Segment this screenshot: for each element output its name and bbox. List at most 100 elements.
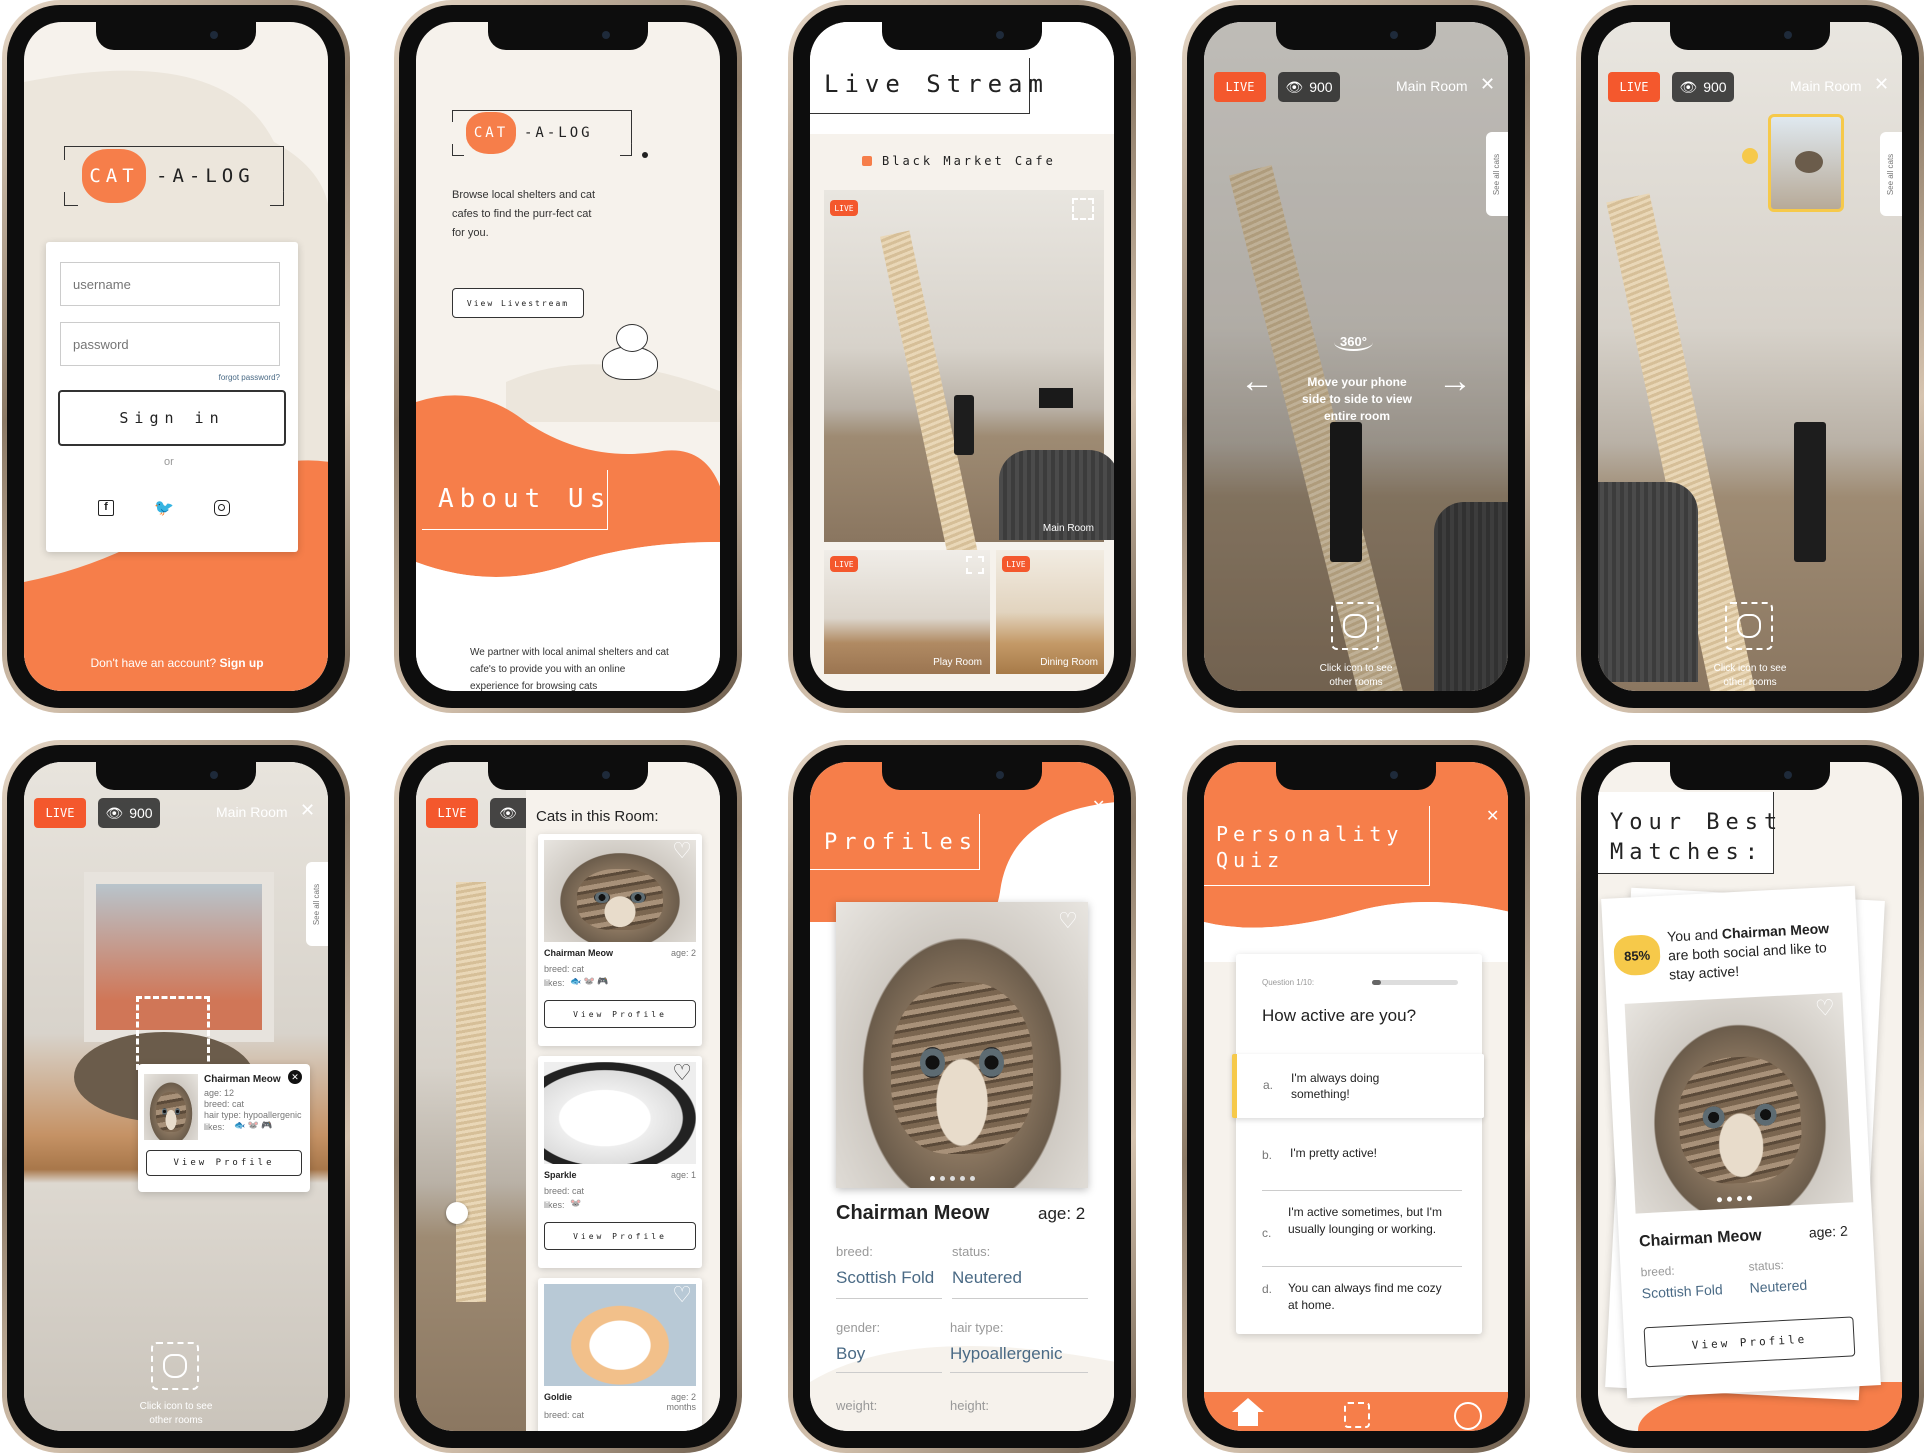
live-badge: LIVE — [830, 556, 858, 572]
photo-carousel-dots[interactable] — [930, 1176, 975, 1181]
indicator-dot — [1742, 148, 1758, 164]
phone-login: CAT -A-LOG forgot password? Sign in or f… — [2, 0, 350, 713]
matches-title-line2: Matches: — [1610, 840, 1764, 865]
twitter-icon[interactable]: 🐦 — [154, 498, 174, 518]
view-profile-button[interactable]: View Profile — [1643, 1316, 1856, 1368]
sign-up-link[interactable]: Sign up — [220, 656, 264, 670]
see-all-cats-tab[interactable]: See all cats — [1486, 132, 1508, 216]
room-name: Main Room — [1396, 78, 1468, 94]
favorite-heart-icon[interactable]: ♡ — [672, 1060, 692, 1086]
username-input[interactable] — [60, 262, 280, 306]
cafe-icon — [862, 156, 872, 166]
title-box — [1204, 806, 1430, 886]
logo-cat-head: CAT — [82, 149, 146, 203]
partner-text: We partner with local animal shelters an… — [470, 647, 669, 691]
facebook-icon[interactable]: f — [98, 500, 114, 516]
cat-focus-frame — [136, 996, 210, 1070]
rooms-cat-icon[interactable] — [1725, 602, 1773, 650]
close-icon[interactable]: ✕ — [1480, 74, 1495, 95]
main-room-label: Main Room — [1042, 523, 1094, 534]
close-icon[interactable]: ✕ — [1092, 796, 1105, 816]
phone-room-viewer-hint: LIVE 👁 900 Main Room ✕ See all cats 360° … — [1182, 0, 1530, 713]
cat-name: Chairman Meow — [1638, 1227, 1763, 1251]
quiz-option-d[interactable]: You can always find me cozy at home. — [1288, 1280, 1448, 1314]
click-icon-hint: Click icon to see other rooms — [139, 1401, 213, 1426]
matches-title-line1: Your Best — [1610, 810, 1784, 835]
favorite-heart-icon[interactable]: ♡ — [1058, 908, 1078, 934]
view-count-value: 900 — [129, 805, 153, 821]
status-label: status: — [952, 1244, 991, 1259]
option-letter[interactable]: d. — [1262, 1282, 1272, 1296]
rooms-cat-icon[interactable] — [151, 1342, 199, 1390]
see-all-cats-tab[interactable]: See all cats — [306, 862, 328, 946]
scroll-handle[interactable] — [446, 1202, 468, 1224]
quiz-card: Question 1/10: How active are you? — [1236, 954, 1482, 1334]
live-badge: LIVE — [1214, 72, 1266, 102]
logo-dot — [642, 152, 648, 158]
view-livestream-button[interactable]: View Livestream — [452, 288, 584, 318]
cat-popup: Chairman Meow ✕ age: 12 breed: cat hair … — [138, 1064, 310, 1192]
cat-spotted-thumbnail[interactable] — [1768, 114, 1844, 212]
home-icon[interactable] — [1232, 1398, 1264, 1412]
view-profile-button[interactable]: View Profile — [544, 1000, 696, 1028]
likes-icons: 🐭 — [570, 1198, 582, 1208]
password-input[interactable] — [60, 322, 280, 366]
fullscreen-icon[interactable] — [966, 556, 984, 574]
gender-label: gender: — [836, 1320, 881, 1335]
dining-room-stream[interactable]: LIVE Dining Room — [996, 550, 1104, 674]
main-room-stream[interactable]: LIVE Main Room — [824, 190, 1114, 560]
cat-age: age: 2 — [670, 948, 696, 958]
cat-likes: likes: — [544, 1200, 565, 1210]
phone-cats-in-room: LIVE 👁 Cats in this Room: ♡ Chairman Meo… — [394, 740, 742, 1453]
favorite-heart-icon[interactable]: ♡ — [1814, 995, 1835, 1022]
quiz-option-c[interactable]: I'm active sometimes, but I'm usually lo… — [1288, 1204, 1448, 1238]
likes-icons: 🐟 🐭 🎮 — [234, 1120, 273, 1130]
fullscreen-icon[interactable] — [1072, 198, 1094, 220]
phone-notch — [488, 22, 648, 50]
view-profile-button[interactable]: View Profile — [146, 1150, 302, 1176]
room-feed[interactable] — [1598, 22, 1902, 691]
eye-icon: 👁 — [499, 804, 517, 821]
see-all-cats-tab[interactable]: See all cats — [1880, 132, 1902, 216]
phone-about: CAT -A-LOG Browse local shelters and cat… — [394, 0, 742, 713]
room-feed[interactable] — [416, 762, 526, 1431]
option-letter[interactable]: b. — [1262, 1148, 1272, 1162]
option-letter[interactable]: c. — [1262, 1226, 1271, 1240]
profile-icon[interactable] — [1454, 1402, 1482, 1430]
cat-card: ♡ Sparkle age: 1 breed: cat likes: 🐭 Vie… — [538, 1056, 702, 1268]
page-title: Live Stream — [824, 70, 1049, 98]
phone-notch — [1276, 762, 1436, 790]
quiz-option-b[interactable]: I'm pretty active! — [1290, 1146, 1377, 1160]
quiz-option-a[interactable]: a. I'm always doing something! — [1232, 1054, 1484, 1118]
close-icon[interactable]: ✕ — [300, 800, 315, 821]
rooms-cat-icon[interactable] — [1331, 602, 1379, 650]
instagram-icon[interactable] — [214, 500, 230, 516]
blurb-cat-name: Chairman Meow — [1721, 920, 1830, 942]
close-icon[interactable]: ✕ — [288, 1070, 302, 1084]
favorite-heart-icon[interactable]: ♡ — [672, 1282, 692, 1308]
phone-profile: Profiles ✕ ♡ Chairman Meow age: 2 breed:… — [788, 740, 1136, 1453]
dining-room-label: Dining Room — [1040, 657, 1098, 668]
percent-badge: 85% — [1613, 934, 1662, 977]
login-card: forgot password? Sign in or f 🐦 — [46, 242, 298, 552]
eye-icon: 👁 — [1679, 78, 1698, 95]
no-account-text: Don't have an account? — [90, 656, 217, 670]
cats-panel: Cats in this Room: ♡ Chairman Meow age: … — [526, 762, 720, 1431]
blurb-part: are both social and like to stay active! — [1667, 939, 1828, 983]
play-room-stream[interactable]: LIVE Play Room — [824, 550, 990, 674]
status-value: Neutered — [952, 1268, 1022, 1287]
weight-label: weight: — [836, 1398, 878, 1413]
favorite-heart-icon[interactable]: ♡ — [672, 838, 692, 864]
click-icon-hint: Click icon to see other rooms — [1319, 663, 1393, 688]
logo-cat-text: CAT — [473, 125, 509, 141]
cat-age: age: 12 — [204, 1088, 235, 1098]
hair-value: Hypoallergenic — [950, 1344, 1063, 1363]
room-feed[interactable] — [1204, 22, 1508, 691]
close-icon[interactable]: ✕ — [1486, 806, 1499, 826]
sign-in-button[interactable]: Sign in — [58, 390, 286, 446]
close-icon[interactable]: ✕ — [1874, 74, 1889, 95]
forgot-password-link[interactable]: forgot password? — [219, 373, 280, 382]
cat-face-icon[interactable] — [1344, 1402, 1370, 1428]
cat-name: Sparkle — [544, 1170, 577, 1180]
view-profile-button[interactable]: View Profile — [544, 1222, 696, 1250]
